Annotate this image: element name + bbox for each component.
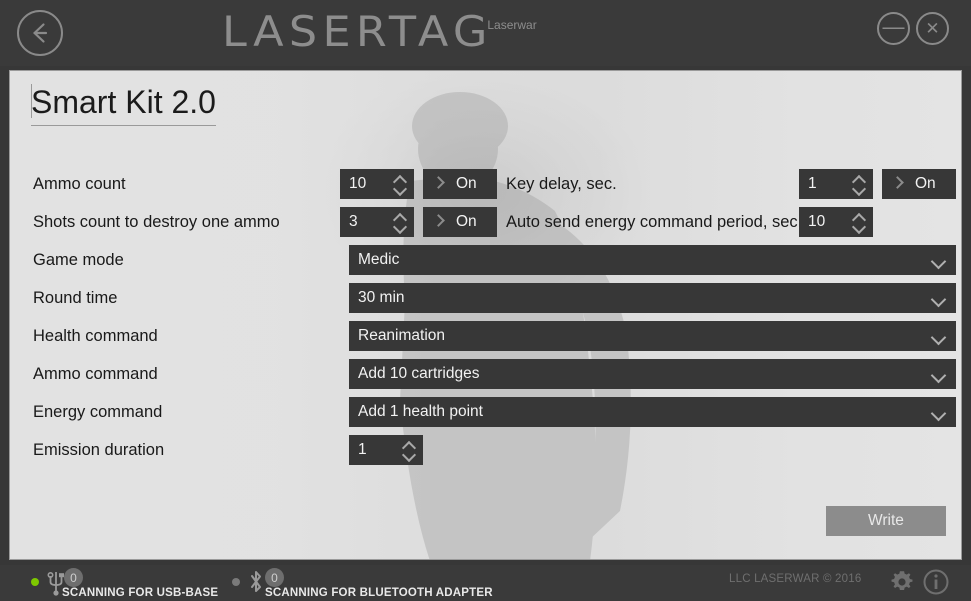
form-row-shots-count: Shots count to destroy one ammo 3 On Aut… [10,207,961,237]
logo-wordmark: LASERTAG [222,7,493,56]
chevron-down-icon[interactable] [930,291,947,308]
bluetooth-status-text: SCANNING FOR BLUETOOTH ADAPTER [265,587,493,599]
minimize-icon: — [882,13,905,39]
spinner-shots-count[interactable]: 3 [340,207,414,237]
spinner-shots-count-value: 3 [349,213,358,230]
bluetooth-status-dot [232,578,240,586]
spinner-emission-duration-arrows[interactable] [401,435,415,465]
chevron-down-icon[interactable] [930,405,947,422]
logo-subtext: Laserwar [487,18,537,32]
info-icon [922,569,950,600]
form-row-game-mode: Game mode Medic [10,245,961,275]
form-row-round-time: Round time 30 min [10,283,961,313]
page-title-underline: Smart Kit 2.0 [31,84,216,126]
minimize-button[interactable]: — [877,12,910,45]
form-row-ammo-count: Ammo count 10 On Key delay, sec. 1 On [10,169,961,199]
chevron-right-icon [432,214,445,227]
spinner-emission-duration[interactable]: 1 [349,435,423,465]
dropdown-ammo-command[interactable]: Add 10 cartridges [349,359,956,389]
write-button[interactable]: Write [826,506,946,536]
title-bar: LASERTAG Laserwar — ✕ [0,0,971,66]
label-round-time: Round time [33,289,118,307]
info-button[interactable] [922,568,950,601]
dropdown-round-time[interactable]: 30 min [349,283,956,313]
spinner-shots-count-arrows[interactable] [392,207,406,237]
label-health-command: Health command [33,327,158,345]
spinner-auto-send-energy-period-arrows[interactable] [851,207,865,237]
dropdown-energy-command-value: Add 1 health point [358,403,483,420]
toggle-shots-count[interactable]: On [423,207,497,237]
back-button[interactable] [17,10,63,56]
form-row-energy-command: Energy command Add 1 health point [10,397,961,427]
toggle-ammo-count[interactable]: On [423,169,497,199]
dropdown-round-time-value: 30 min [358,289,405,306]
spinner-ammo-count-value: 10 [349,175,367,192]
chevron-down-icon[interactable] [930,367,947,384]
content-panel: Smart Kit 2.0 Ammo count 10 On Key delay… [9,70,962,560]
close-button[interactable]: ✕ [916,12,949,45]
settings-button[interactable] [888,568,916,601]
label-emission-duration: Emission duration [33,441,165,459]
gear-icon [888,571,916,600]
spinner-key-delay-value: 1 [808,175,817,192]
label-auto-send-energy-period: Auto send energy command period, sec. [506,213,803,231]
status-bar: 0 SCANNING FOR USB-BASE 0 SCANNING FOR B… [0,565,971,601]
app-logo: LASERTAG Laserwar [222,8,537,58]
chevron-down-icon[interactable] [853,186,864,192]
dropdown-health-command-value: Reanimation [358,327,446,344]
label-energy-command: Energy command [33,403,163,421]
toggle-key-delay[interactable]: On [882,169,956,199]
form-row-health-command: Health command Reanimation [10,321,961,351]
dropdown-game-mode-value: Medic [358,251,400,268]
dropdown-health-command[interactable]: Reanimation [349,321,956,351]
label-ammo-command: Ammo command [33,365,158,383]
close-icon: ✕ [925,19,940,38]
toggle-key-delay-label: On [915,175,936,192]
chevron-down-icon[interactable] [394,224,405,230]
spinner-ammo-count-arrows[interactable] [392,169,406,199]
spinner-emission-duration-value: 1 [358,441,367,458]
chevron-down-icon[interactable] [394,186,405,192]
toggle-shots-count-label: On [456,213,477,230]
label-shots-count: Shots count to destroy one ammo [33,213,280,231]
copyright-text: LLC LASERWAR © 2016 [729,573,862,585]
dropdown-game-mode[interactable]: Medic [349,245,956,275]
label-game-mode: Game mode [33,251,124,269]
form-row-emission-duration: Emission duration 1 [10,435,961,465]
page-title: Smart Kit 2.0 [31,84,216,120]
dropdown-energy-command[interactable]: Add 1 health point [349,397,956,427]
chevron-down-icon[interactable] [930,253,947,270]
dropdown-ammo-command-value: Add 10 cartridges [358,365,480,382]
spinner-auto-send-energy-period-value: 10 [808,213,826,230]
chevron-right-icon [432,176,445,189]
form-row-ammo-command: Ammo command Add 10 cartridges [10,359,961,389]
spinner-ammo-count[interactable]: 10 [340,169,414,199]
spinner-key-delay[interactable]: 1 [799,169,873,199]
usb-status-dot [31,578,39,586]
label-ammo-count: Ammo count [33,175,126,193]
background-soldier-image [400,92,631,559]
toggle-ammo-count-label: On [456,175,477,192]
usb-status-text: SCANNING FOR USB-BASE [62,587,219,599]
application-window: LASERTAG Laserwar — ✕ Smart Kit 2.0 Ammo… [0,0,971,601]
usb-count-badge: 0 [64,568,83,587]
chevron-down-icon[interactable] [930,329,947,346]
bluetooth-icon [247,569,265,600]
chevron-down-icon[interactable] [403,452,414,458]
spinner-auto-send-energy-period[interactable]: 10 [799,207,873,237]
spinner-key-delay-arrows[interactable] [851,169,865,199]
bluetooth-count-badge: 0 [265,568,284,587]
chevron-down-icon[interactable] [853,224,864,230]
chevron-right-icon [891,176,904,189]
label-key-delay: Key delay, sec. [506,175,617,193]
